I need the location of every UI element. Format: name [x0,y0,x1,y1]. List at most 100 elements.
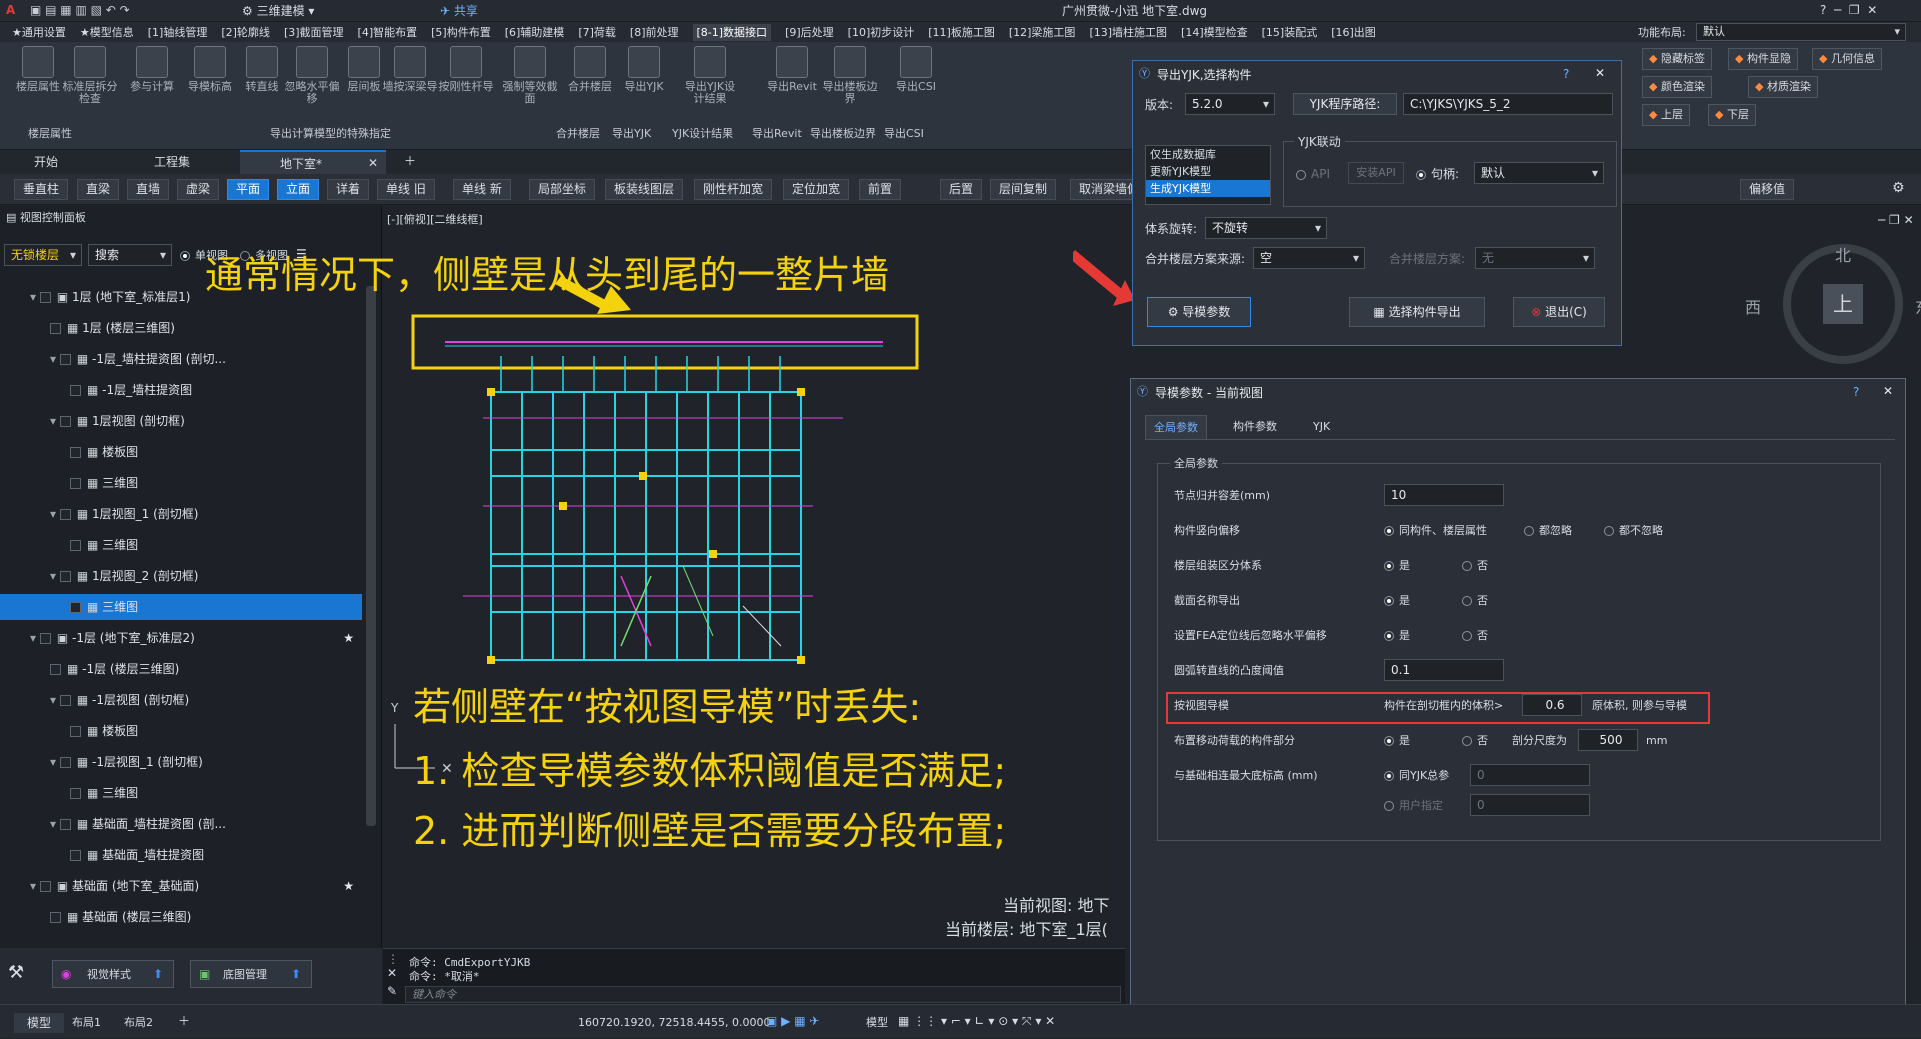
checkbox-icon[interactable] [70,385,81,396]
checkbox-icon[interactable] [59,695,71,706]
tab-layout-1[interactable]: 布局1 [72,1017,101,1028]
param-radio[interactable]: 是 [1384,735,1410,746]
tree-node[interactable]: ▾ ▦ 1层视图 (剖切框) [0,408,362,434]
menu-item[interactable]: ★通用设置 [12,26,66,39]
ribbon-button[interactable]: 墙按深梁导 [380,46,440,110]
checkbox-icon[interactable] [50,323,61,334]
params-tab[interactable]: 构件参数 [1225,415,1285,439]
tree-node[interactable]: ▦ 楼板图 [0,439,362,465]
checkbox-icon[interactable] [50,664,61,675]
params-tab[interactable]: YJK [1305,415,1338,439]
close-icon[interactable]: ✕ [1595,67,1605,79]
menu-item[interactable]: [12]梁施工图 [1009,26,1076,39]
floor-lock-select[interactable]: 无锁楼层 [4,244,82,266]
merge-source-select[interactable]: 空 [1253,247,1365,269]
toolrow-button[interactable]: 局部坐标 [529,179,596,200]
tree-node[interactable]: ▦ 楼板图 [0,718,362,744]
cmd-wrench-icon[interactable]: ✎ [387,985,397,997]
menu-item[interactable]: [1]轴线管理 [148,26,208,39]
ribbon-right-button[interactable]: ◆ 下层 [1708,104,1756,126]
star-icon[interactable]: ★ [343,873,354,899]
tree-node[interactable]: ▾ ▦ -1层视图 (剖切框) [0,687,362,713]
toolrow-button[interactable]: 直梁 [77,179,120,200]
checkbox-icon[interactable] [59,509,71,520]
ribbon-button[interactable]: 导模标高 [180,46,240,110]
close-tab-icon[interactable]: ✕ [368,157,378,169]
toolrow-button[interactable]: 后置 [940,179,983,200]
param-radio[interactable]: 是 [1384,560,1410,571]
tree-node[interactable]: ▦ 三维图 [0,532,362,558]
checkbox-icon[interactable] [70,540,81,551]
param-radio[interactable]: 是 [1384,630,1410,641]
param-radio[interactable]: 都忽略 [1524,525,1572,536]
checkbox-icon[interactable] [39,633,51,644]
menu-item[interactable]: [15]装配式 [1262,26,1318,39]
window-controls[interactable]: ? ─ ❐ ✕ [1820,4,1877,16]
expand-icon[interactable]: ▾ [50,569,60,583]
menu-item[interactable]: [8]前处理 [630,26,679,39]
rotate-select[interactable]: 不旋转 [1205,217,1327,239]
menu-item[interactable]: [2]轮廓线 [221,26,270,39]
menu-item[interactable]: [10]初步设计 [848,26,915,39]
ribbon-right-button[interactable]: ◆ 几何信息 [1812,48,1882,70]
expand-icon[interactable]: ▾ [30,290,40,304]
base-manage-button[interactable]: ▣ 底图管理 ⬆ [190,960,312,988]
add-tab-icon[interactable]: ＋ [404,155,416,167]
tab-project[interactable]: 工程集 [154,156,190,168]
param-radio[interactable]: 是 [1384,595,1410,606]
share-button[interactable]: ✈ 共享 [440,5,478,17]
version-select[interactable]: 5.2.0 [1185,93,1275,115]
tree-node[interactable]: ▾ ▦ -1层视图_1 (剖切框) [0,749,362,775]
tree-node[interactable]: ▦ 三维图 [0,470,362,496]
status-snap-icons[interactable]: ▦ ⋮⋮ ▾ ⌐ ▾ ∟ ▾ ⊙ ▾ ⤧ ▾ ✕ [898,1015,1055,1027]
menu-item[interactable]: [4]智能布置 [358,26,418,39]
param-input[interactable]: 0.1 [1384,659,1504,681]
checkbox-icon[interactable] [70,478,81,489]
ribbon-button[interactable]: 参与计算 [122,46,182,110]
ribbon-button[interactable]: 导出Revit [762,46,822,110]
export-mode-item[interactable]: 生成YJK模型 [1146,180,1270,197]
menu-item[interactable]: [6]辅助建模 [505,26,565,39]
yjk-path-button[interactable]: YJK程序路径: [1293,93,1397,115]
tree-node[interactable]: ▦ -1层_墙柱提资图 [0,377,362,403]
toolrow-button[interactable]: 单线 新 [453,179,511,200]
tree-node[interactable]: ▦ 基础面 (楼层三维图) [0,904,362,930]
toolrow-button[interactable]: 虚梁 [177,179,220,200]
toolrow-button[interactable]: 直墙 [127,179,170,200]
yjk-path-field[interactable]: C:\YJKS\YJKS_5_2 [1403,93,1613,115]
gear-icon[interactable]: ⚙ [1892,180,1905,196]
ribbon-button[interactable]: 按刚性杆导 [436,46,496,110]
ribbon-right-button[interactable]: ◆ 隐藏标签 [1642,48,1712,70]
export-mode-item[interactable]: 更新YJK模型 [1146,163,1270,180]
tab-start[interactable]: 开始 [34,156,58,168]
mesh-size-input[interactable]: 500 [1578,729,1638,751]
export-mode-item[interactable]: 仅生成数据库 [1146,146,1270,163]
menu-item[interactable]: [9]后处理 [785,26,834,39]
toolrow-button[interactable]: 前置 [859,179,902,200]
checkbox-icon[interactable] [70,447,81,458]
checkbox-icon[interactable] [59,757,71,768]
ribbon-right-button[interactable]: ◆ 材质渲染 [1748,76,1818,98]
quick-mode-select[interactable]: ⚙ 三维建模 ▾ [242,5,314,17]
handle-radio[interactable]: 句柄: [1416,168,1459,180]
menu-item[interactable]: [16]出图 [1331,26,1376,39]
tree-node[interactable]: ▾ ▦ 1层视图_1 (剖切框) [0,501,362,527]
menu-item[interactable]: [13]墙柱施工图 [1089,26,1167,39]
checkbox-icon[interactable] [59,571,71,582]
menu-item[interactable]: [7]荷载 [578,26,616,39]
ribbon-button[interactable]: 导出YJK [614,46,674,110]
tree-node[interactable]: ▦ 基础面_墙柱提资图 [0,842,362,868]
toolrow-button[interactable]: 偏移值 [1740,179,1795,200]
tree-node[interactable]: ▦ 1层 (楼层三维图) [0,315,362,341]
user-elevation-input[interactable]: 0 [1470,794,1590,816]
param-radio[interactable]: 否 [1462,630,1488,641]
ribbon-button[interactable]: 楼层属性 [8,46,68,110]
menu-item[interactable]: [5]构件布置 [431,26,491,39]
checkbox-icon[interactable] [70,726,81,737]
expand-icon[interactable]: ▾ [50,817,60,831]
cmd-grip-icon[interactable]: ⋮ [387,953,399,965]
search-select[interactable]: 搜索 [88,244,172,266]
tree-node[interactable]: ▾ ▦ 1层视图_2 (剖切框) [0,563,362,589]
install-api-button[interactable]: 安装API [1348,162,1404,184]
tree-node[interactable]: ▾ ▣ -1层 (地下室_标准层2) ★ [0,625,362,651]
